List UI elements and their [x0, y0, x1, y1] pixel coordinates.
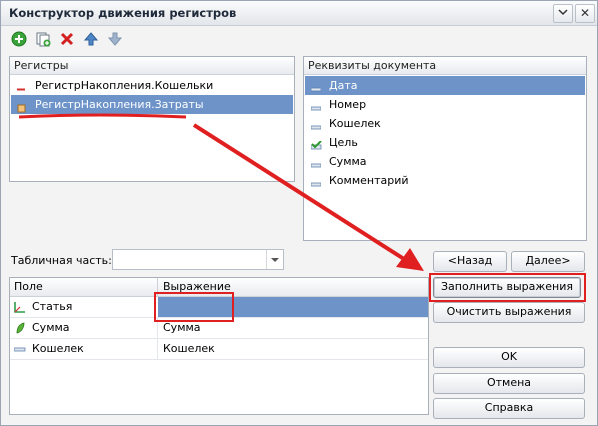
- annotation-overlay: [18, 113, 424, 271]
- annotation-arrowhead: [396, 248, 424, 271]
- annotation-box-fill-button: [429, 273, 586, 302]
- annotation-box-expression: [154, 292, 234, 322]
- annotation-underline: [18, 113, 187, 119]
- annotation-arrow-line: [192, 123, 406, 261]
